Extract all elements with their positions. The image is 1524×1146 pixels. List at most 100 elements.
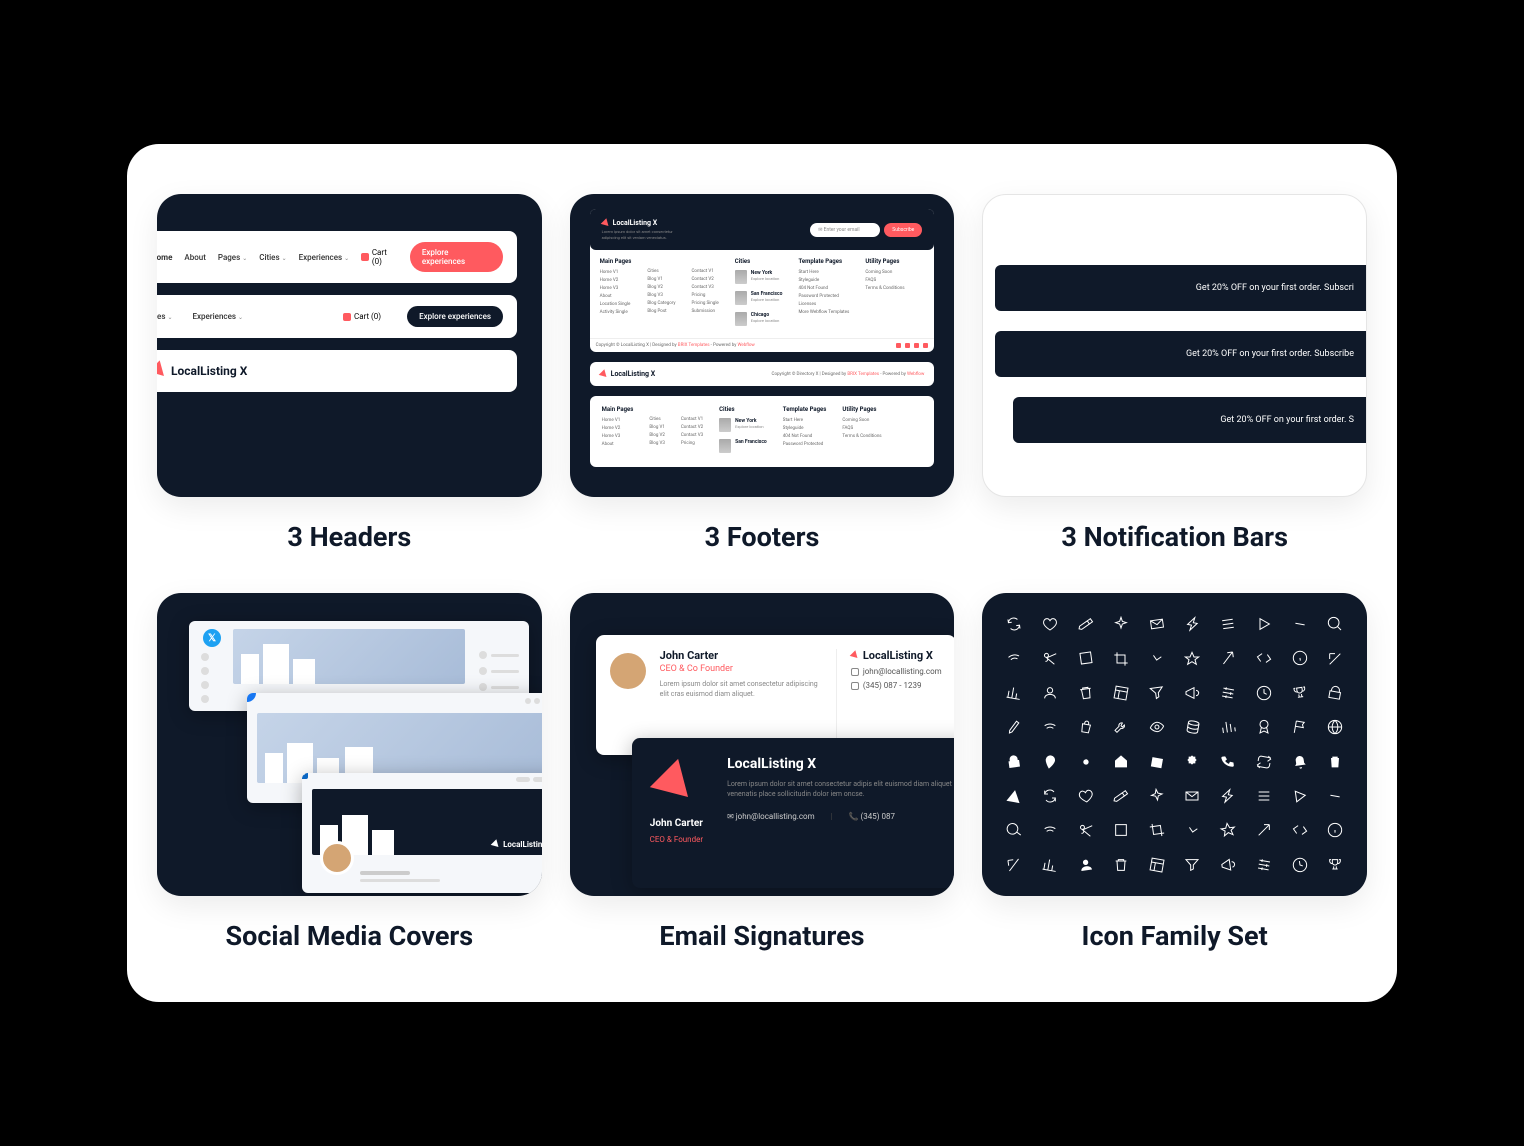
instagram-icon	[914, 343, 919, 348]
pin-icon	[1032, 744, 1068, 779]
arrow-icon	[157, 360, 170, 381]
pencil-icon	[996, 710, 1032, 744]
card-icons[interactable]: Icon Family Set	[982, 593, 1367, 952]
chart-icon	[1032, 847, 1068, 882]
db-icon	[1174, 710, 1210, 745]
twitter-icon: 𝕏	[203, 629, 221, 647]
explore-button: Explore experiences	[410, 242, 503, 272]
footer-variant-2: LocalListing X Copyright © Directory X |…	[590, 362, 935, 386]
nav-home: Home	[157, 253, 172, 262]
linkedin-cover: in LocalListing X	[302, 773, 542, 893]
mail-icon	[1177, 781, 1209, 811]
arrow-icon	[491, 839, 502, 850]
chart-icon	[996, 675, 1032, 710]
avatar	[320, 841, 354, 875]
subscribe-button: Subscribe	[884, 223, 922, 237]
footers-preview: LocalListing X Lorem ipsum dolor sit ame…	[570, 194, 955, 497]
cart-link-2: Cart (0)	[343, 312, 381, 321]
horn-icon	[1177, 678, 1209, 708]
bell-icon	[1282, 744, 1318, 778]
card-email[interactable]: John Carter CEO & Co Founder Lorem ipsum…	[570, 593, 955, 952]
star-icon	[1210, 813, 1246, 847]
mail-icon	[851, 668, 859, 676]
alert-icon	[996, 778, 1032, 813]
bars-icon	[1210, 710, 1246, 744]
nav-about: About	[184, 253, 205, 262]
user-icon	[1034, 678, 1066, 708]
notifications-preview: Get 20% OFF on your first order. Subscri…	[982, 194, 1367, 497]
arrow-icon	[1248, 815, 1280, 845]
bag-icon	[343, 313, 351, 321]
gear-icon	[1068, 744, 1104, 778]
crop-icon	[1105, 643, 1137, 673]
play-icon	[1282, 779, 1318, 813]
email-input: ✉ Enter your email	[810, 223, 880, 237]
nav-pages: Pages⌄	[218, 253, 247, 262]
search-icon	[1319, 609, 1351, 639]
box-icon	[1068, 641, 1104, 675]
arrow-icon	[850, 650, 861, 661]
bag-icon	[1067, 710, 1103, 745]
card-title-social: Social Media Covers	[226, 920, 474, 952]
layout-icon	[1139, 847, 1175, 882]
bolt-icon	[1210, 778, 1246, 813]
code-icon	[1246, 641, 1282, 676]
funnel-icon	[1177, 850, 1209, 880]
arrow-ul-icon	[1319, 643, 1351, 673]
box-icon	[1105, 815, 1137, 845]
brand-logo: LocalListing X	[157, 364, 247, 378]
footer-variant-3: Main Pages Home V1 Home V2 Home V3 About…	[590, 396, 935, 467]
wrench-icon	[1105, 712, 1137, 742]
star-icon	[1177, 643, 1209, 673]
social-preview: 𝕏 f	[157, 593, 542, 896]
bin-icon	[1319, 747, 1351, 777]
facebook-icon	[896, 343, 901, 348]
arrow-icon	[600, 218, 611, 229]
card-title-notifications: 3 Notification Bars	[1061, 521, 1288, 553]
trophy-icon	[1319, 850, 1351, 880]
lines-icon	[1248, 781, 1280, 811]
seal-icon	[1177, 747, 1209, 777]
badge-icon	[1248, 712, 1280, 742]
lock2-icon	[996, 744, 1032, 778]
nav-cities: Cities⌄	[259, 253, 286, 262]
nav-ies: ies⌄	[157, 312, 172, 321]
trash-icon	[1105, 850, 1137, 880]
edit-icon	[1103, 778, 1139, 813]
header-variant-1: Home About Pages⌄ Cities⌄ Experiences⌄ C…	[157, 231, 517, 283]
header-variant-2: ies⌄ Experiences⌄ Cart (0) Explore exper…	[157, 295, 517, 338]
explore-button-dark: Explore experiences	[407, 306, 503, 327]
repeat-icon	[1246, 744, 1282, 779]
info-icon	[1319, 815, 1351, 845]
layout-icon	[1103, 675, 1139, 710]
scissors-icon	[1067, 813, 1103, 848]
phone-icon: 📞	[849, 812, 859, 821]
clock-icon	[1248, 678, 1280, 708]
arrow-icon	[650, 759, 702, 811]
card-title-headers: 3 Headers	[287, 521, 411, 553]
play-icon	[1248, 609, 1280, 639]
heart-icon	[1068, 779, 1104, 813]
card-headers[interactable]: Home About Pages⌄ Cities⌄ Experiences⌄ C…	[157, 194, 542, 553]
notification-bar-1: Get 20% OFF on your first order. Subscri	[995, 265, 1366, 311]
cal-icon	[1139, 744, 1175, 779]
trash-icon	[1068, 676, 1104, 710]
sliders-icon	[1246, 847, 1282, 882]
email-signature-light: John Carter CEO & Co Founder Lorem ipsum…	[596, 635, 955, 755]
user-icon	[1068, 848, 1104, 882]
funnel-icon	[1139, 676, 1175, 710]
avatar	[610, 653, 646, 689]
card-notifications[interactable]: Get 20% OFF on your first order. Subscri…	[982, 194, 1367, 553]
eye-icon	[1139, 710, 1175, 744]
card-title-email: Email Signatures	[659, 920, 864, 952]
card-footers[interactable]: LocalListing X Lorem ipsum dolor sit ame…	[570, 194, 955, 553]
linkedin-icon: in	[302, 773, 308, 779]
email-signature-dark: John Carter CEO & Founder LocalListing X…	[632, 738, 955, 888]
edit-icon	[1067, 606, 1103, 641]
flag-icon	[1281, 710, 1317, 745]
nav-experiences: Experiences⌄	[299, 253, 350, 262]
refresh-icon	[996, 607, 1032, 641]
card-social[interactable]: 𝕏 f	[157, 593, 542, 952]
facebook-icon: f	[247, 693, 256, 702]
info-icon	[1282, 641, 1318, 675]
